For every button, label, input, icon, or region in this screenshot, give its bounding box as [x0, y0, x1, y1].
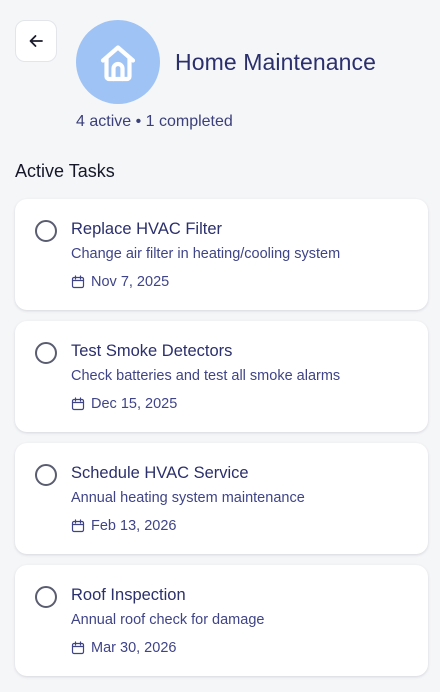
- task-date-text: Feb 13, 2026: [91, 518, 177, 534]
- task-card[interactable]: Schedule HVAC Service Annual heating sys…: [15, 443, 428, 554]
- circle-outline-icon[interactable]: [35, 220, 57, 242]
- circle-outline-icon[interactable]: [35, 342, 57, 364]
- task-description: Change air filter in heating/cooling sys…: [71, 246, 341, 262]
- task-title: Replace HVAC Filter: [71, 220, 222, 238]
- circle-outline-icon[interactable]: [35, 586, 57, 608]
- task-due-date: Mar 30, 2026: [71, 640, 176, 656]
- section-title: Active Tasks: [15, 161, 115, 181]
- task-title: Roof Inspection: [71, 586, 186, 604]
- back-button[interactable]: [15, 20, 57, 62]
- home-icon: [95, 39, 141, 85]
- arrow-left-icon: [28, 33, 44, 49]
- calendar-icon: [71, 519, 85, 533]
- task-description: Annual heating system maintenance: [71, 490, 305, 506]
- task-date-text: Dec 15, 2025: [91, 396, 178, 412]
- circle-outline-icon[interactable]: [35, 464, 57, 486]
- page-title: Home Maintenance: [175, 49, 377, 75]
- task-date-text: Mar 30, 2026: [91, 640, 177, 656]
- task-due-date: Nov 7, 2025: [71, 274, 169, 290]
- calendar-icon: [71, 397, 85, 411]
- task-title: Test Smoke Detectors: [71, 342, 233, 360]
- task-due-date: Feb 13, 2026: [71, 518, 176, 534]
- calendar-icon: [71, 275, 85, 289]
- task-description: Annual roof check for damage: [71, 612, 265, 628]
- task-list: Replace HVAC Filter Change air filter in…: [15, 199, 428, 687]
- task-description: Check batteries and test all smoke alarm…: [71, 368, 341, 384]
- category-avatar: [76, 20, 160, 104]
- task-summary: 4 active • 1 completed: [76, 113, 233, 130]
- task-due-date: Dec 15, 2025: [71, 396, 177, 412]
- task-list-screen: Home Maintenance 4 active • 1 completed …: [0, 0, 440, 692]
- calendar-icon: [71, 641, 85, 655]
- task-card[interactable]: Test Smoke Detectors Check batteries and…: [15, 321, 428, 432]
- task-title: Schedule HVAC Service: [71, 464, 249, 482]
- task-card[interactable]: Roof Inspection Annual roof check for da…: [15, 565, 428, 676]
- task-date-text: Nov 7, 2025: [91, 274, 170, 290]
- task-card[interactable]: Replace HVAC Filter Change air filter in…: [15, 199, 428, 310]
